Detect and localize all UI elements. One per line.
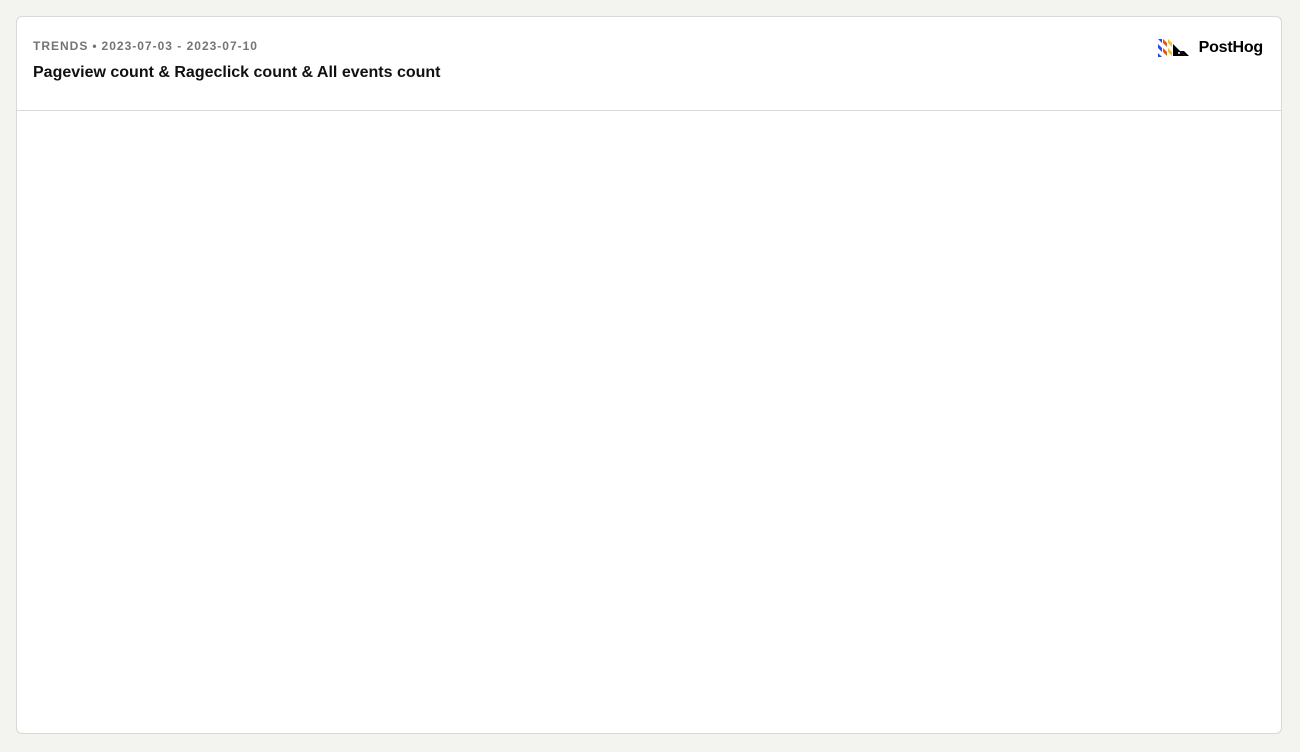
- posthog-logo-text: PostHog: [1198, 39, 1264, 56]
- insight-header: TRENDS • 2023-07-03 - 2023-07-10 Pageview …: [17, 17, 1281, 111]
- posthog-logo[interactable]: PostHog: [1157, 38, 1264, 58]
- insight-title: Pageview count & Rageclick count & All e…: [33, 64, 441, 81]
- insight-card: TRENDS • 2023-07-03 - 2023-07-10 Pageview …: [16, 16, 1282, 734]
- meta-separator: •: [92, 39, 98, 53]
- insight-chart-area: [17, 111, 1281, 733]
- insight-meta: TRENDS • 2023-07-03 - 2023-07-10: [33, 39, 258, 53]
- insight-date-range: 2023-07-03 - 2023-07-10: [101, 39, 258, 53]
- insight-type-label: TRENDS: [33, 39, 89, 53]
- posthog-logo-icon: [1157, 39, 1189, 57]
